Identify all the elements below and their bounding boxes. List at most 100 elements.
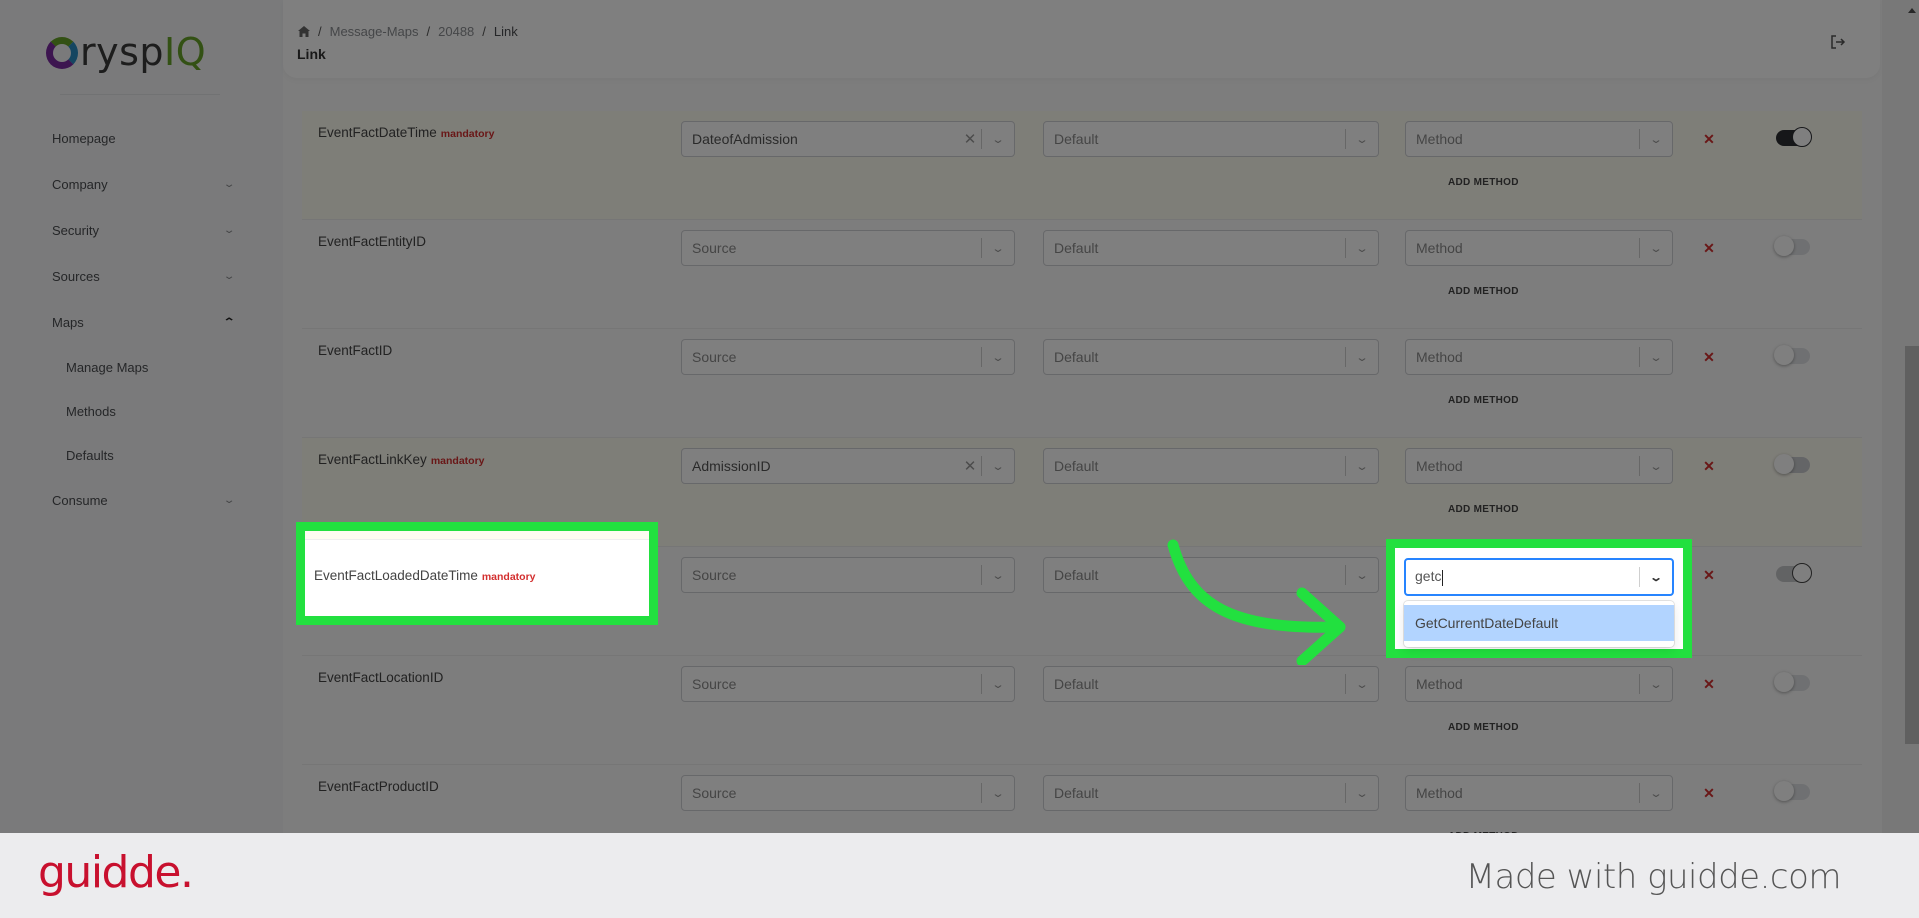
sidebar-item-maps[interactable]: Maps ⌃ (0, 299, 283, 345)
source-select[interactable]: Source ⌄ (681, 557, 1015, 593)
chevron-down-icon[interactable]: ⌄ (974, 678, 1022, 691)
toggle-knob (1792, 127, 1812, 147)
chevron-down-icon[interactable]: ⌄ (974, 351, 1022, 364)
dropdown-option-getcurrentdatedefault[interactable]: GetCurrentDateDefault (1404, 605, 1674, 641)
sidebar-item-label: Homepage (52, 130, 116, 146)
source-select[interactable]: Source ⌄ (681, 230, 1015, 266)
chevron-down-icon[interactable]: ⌄ (974, 569, 1022, 582)
field-name: EventFactID (318, 343, 393, 358)
chevron-up-icon[interactable]: ⌃ (223, 317, 236, 328)
source-select[interactable]: AdmissionID ✕ ⌄ (681, 448, 1015, 484)
source-select[interactable]: DateofAdmission ✕ ⌄ (681, 121, 1015, 157)
table-row: EventFactDateTime mandatory DateofAdmissio… (302, 111, 1862, 220)
chevron-down-icon[interactable]: ⌄ (974, 133, 1022, 146)
default-select[interactable]: Default ⌄ (1043, 121, 1379, 157)
default-select[interactable]: Default ⌄ (1043, 557, 1379, 593)
page-title: Link (297, 46, 326, 62)
scroll-up-arrow-icon[interactable] (1908, 8, 1916, 13)
default-select[interactable]: Default ⌄ (1043, 339, 1379, 375)
toggle-knob (1774, 236, 1794, 256)
chevron-down-icon[interactable]: ⌄ (223, 179, 236, 190)
sidebar-item-defaults[interactable]: Defaults (0, 433, 283, 477)
logout-icon[interactable] (1830, 34, 1846, 50)
chevron-down-icon[interactable]: ⌄ (1338, 351, 1386, 364)
default-select[interactable]: Default ⌄ (1043, 775, 1379, 811)
chevron-down-icon[interactable]: ⌄ (1632, 678, 1680, 691)
chevron-down-icon[interactable]: ⌄ (1338, 460, 1386, 473)
mandatory-tag: mandatory (440, 128, 495, 140)
delete-mapping-icon[interactable]: ✕ (1689, 452, 1729, 480)
chevron-down-icon[interactable]: ⌄ (1338, 133, 1386, 146)
sidebar-item-company[interactable]: Company ⌄ (0, 161, 283, 207)
chevron-down-icon[interactable]: ⌄ (1632, 460, 1680, 473)
add-method-button[interactable]: ADD METHOD (1448, 504, 1519, 515)
enable-toggle[interactable] (1776, 563, 1812, 583)
method-input-value[interactable]: getc (1406, 568, 1639, 586)
source-select[interactable]: Source ⌄ (681, 666, 1015, 702)
method-select[interactable]: Method ⌄ (1405, 230, 1673, 266)
delete-mapping-icon[interactable]: ✕ (1689, 561, 1729, 589)
enable-toggle[interactable] (1774, 345, 1810, 365)
sidebar-item-methods[interactable]: Methods (0, 389, 283, 433)
sidebar-item-label: Sources (52, 268, 100, 284)
chevron-down-icon[interactable]: ⌄ (223, 271, 236, 282)
sidebar-item-consume[interactable]: Consume ⌄ (0, 477, 283, 523)
chevron-down-icon[interactable]: ⌄ (1338, 678, 1386, 691)
chevron-down-icon[interactable]: ⌄ (1632, 351, 1680, 364)
method-select[interactable]: Method ⌄ (1405, 666, 1673, 702)
field-label: EventFactEntityID (318, 234, 426, 249)
delete-mapping-icon[interactable]: ✕ (1689, 234, 1729, 262)
chevron-down-icon[interactable]: ⌄ (1338, 569, 1386, 582)
method-select[interactable]: Method ⌄ (1405, 448, 1673, 484)
method-search-input[interactable]: getc ⌄ (1404, 558, 1674, 596)
sidebar-item-label: Defaults (66, 447, 114, 463)
table-row: EventFactID Source ⌄ Default ⌄ Method ⌄ ADD MET… (302, 329, 1862, 438)
chevron-down-icon[interactable]: ⌄ (1632, 242, 1680, 255)
method-select[interactable]: Method ⌄ (1405, 775, 1673, 811)
chevron-down-icon[interactable]: ⌄ (1632, 571, 1680, 584)
chevron-down-icon[interactable]: ⌄ (974, 787, 1022, 800)
delete-mapping-icon[interactable]: ✕ (1689, 125, 1729, 153)
chevron-down-icon[interactable]: ⌄ (223, 495, 236, 506)
chevron-down-icon[interactable]: ⌄ (223, 225, 236, 236)
default-select[interactable]: Default ⌄ (1043, 448, 1379, 484)
add-method-button[interactable]: ADD METHOD (1448, 286, 1519, 297)
sidebar-item-sources[interactable]: Sources ⌄ (0, 253, 283, 299)
chevron-down-icon[interactable]: ⌄ (1632, 787, 1680, 800)
chevron-down-icon[interactable]: ⌄ (974, 242, 1022, 255)
breadcrumb-map-id[interactable]: 20488 (438, 24, 474, 39)
delete-mapping-icon[interactable]: ✕ (1689, 343, 1729, 371)
enable-toggle[interactable] (1774, 236, 1810, 256)
made-with-guidde: Made with guidde.com (1465, 857, 1842, 897)
cryspiq-logo[interactable]: rysp IQ (46, 30, 206, 74)
source-select[interactable]: Source ⌄ (681, 775, 1015, 811)
enable-toggle[interactable] (1774, 781, 1810, 801)
enable-toggle[interactable] (1774, 454, 1810, 474)
home-icon[interactable] (298, 26, 310, 37)
sidebar-item-homepage[interactable]: Homepage (0, 115, 283, 161)
app-window: rysp IQ Homepage Company ⌄ Security ⌄ Sources… (0, 0, 1919, 833)
sidebar-item-security[interactable]: Security ⌄ (0, 207, 283, 253)
add-method-button[interactable]: ADD METHOD (1448, 395, 1519, 406)
add-method-button[interactable]: ADD METHOD (1448, 177, 1519, 188)
method-value: Method (1416, 349, 1463, 365)
enable-toggle[interactable] (1774, 672, 1810, 692)
scrollbar-thumb[interactable] (1905, 346, 1919, 744)
chevron-down-icon[interactable]: ⌄ (1338, 787, 1386, 800)
chevron-down-icon[interactable]: ⌄ (974, 460, 1022, 473)
chevron-down-icon[interactable]: ⌄ (1632, 133, 1680, 146)
method-select[interactable]: Method ⌄ (1405, 339, 1673, 375)
source-select[interactable]: Source ⌄ (681, 339, 1015, 375)
default-select[interactable]: Default ⌄ (1043, 666, 1379, 702)
breadcrumb-message-maps[interactable]: Message-Maps (330, 24, 419, 39)
delete-mapping-icon[interactable]: ✕ (1689, 779, 1729, 807)
enable-toggle[interactable] (1776, 127, 1812, 147)
sidebar-item-manage-maps[interactable]: Manage Maps (0, 345, 283, 389)
add-method-button[interactable]: ADD METHOD (1448, 722, 1519, 733)
chevron-down-icon[interactable]: ⌄ (1338, 242, 1386, 255)
default-select[interactable]: Default ⌄ (1043, 230, 1379, 266)
method-select[interactable]: Method ⌄ (1405, 121, 1673, 157)
delete-mapping-icon[interactable]: ✕ (1689, 670, 1729, 698)
text-caret (1442, 569, 1444, 586)
default-value: Default (1054, 349, 1099, 365)
